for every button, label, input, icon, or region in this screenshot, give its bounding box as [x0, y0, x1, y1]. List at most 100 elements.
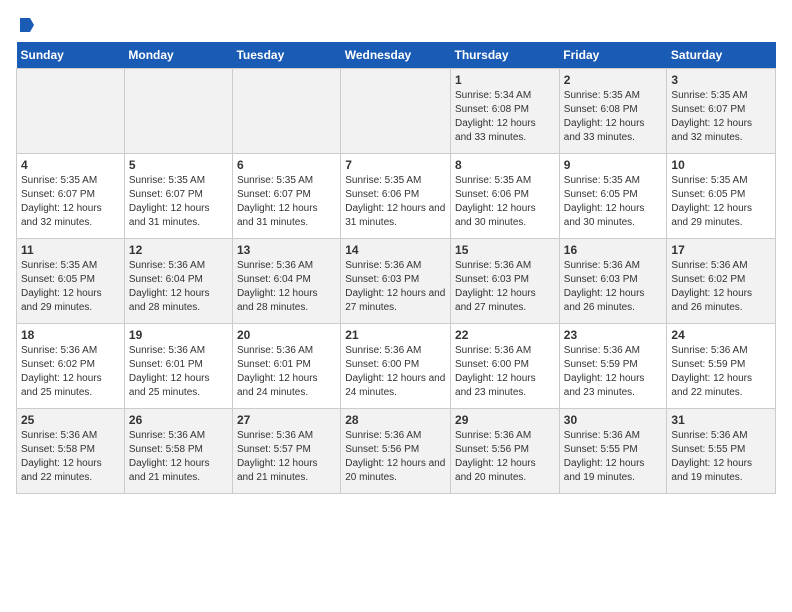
weekday-header-monday: Monday — [124, 42, 232, 69]
calendar-cell: 11 Sunrise: 5:35 AMSunset: 6:05 PMDayligh… — [17, 239, 125, 324]
day-info: Sunrise: 5:36 AMSunset: 5:58 PMDaylight:… — [129, 429, 228, 485]
logo — [16, 16, 36, 34]
day-number: 20 — [237, 328, 336, 342]
day-info: Sunrise: 5:36 AMSunset: 5:56 PMDaylight:… — [345, 429, 446, 485]
day-number: 17 — [671, 243, 771, 257]
logo-arrow-icon — [18, 16, 36, 34]
day-number: 11 — [21, 243, 120, 257]
day-number: 28 — [345, 413, 446, 427]
weekday-header-friday: Friday — [559, 42, 667, 69]
calendar-week-5: 25Sunrise: 5:36 AMSunset: 5:58 PMDayligh… — [17, 409, 776, 494]
day-info: Sunrise: 5:36 AMSunset: 6:04 PMDaylight:… — [237, 259, 336, 315]
day-info: Sunrise: 5:36 AMSunset: 6:02 PMDaylight:… — [671, 259, 771, 315]
day-info: Sunrise: 5:36 AMSunset: 5:55 PMDaylight:… — [564, 429, 663, 485]
calendar-cell: 10 Sunrise: 5:35 AMSunset: 6:05 PMDayligh… — [667, 154, 776, 239]
calendar-cell: 20Sunrise: 5:36 AMSunset: 6:01 PMDayligh… — [232, 324, 340, 409]
day-info: Sunrise: 5:35 AMSunset: 6:05 PMDaylight:… — [21, 259, 120, 315]
weekday-header-sunday: Sunday — [17, 42, 125, 69]
day-number: 5 — [129, 158, 228, 172]
day-info: Sunrise: 5:36 AMSunset: 5:56 PMDaylight:… — [455, 429, 555, 485]
day-number: 8 — [455, 158, 555, 172]
day-number: 12 — [129, 243, 228, 257]
calendar-cell: 15 Sunrise: 5:36 AMSunset: 6:03 PMDayligh… — [451, 239, 560, 324]
day-number: 19 — [129, 328, 228, 342]
calendar-cell: 14 Sunrise: 5:36 AMSunset: 6:03 PMDayligh… — [341, 239, 451, 324]
day-number: 29 — [455, 413, 555, 427]
calendar-table: SundayMondayTuesdayWednesdayThursdayFrid… — [16, 42, 776, 494]
calendar-cell: 8 Sunrise: 5:35 AMSunset: 6:06 PMDaylight… — [451, 154, 560, 239]
day-info: Sunrise: 5:35 AMSunset: 6:06 PMDaylight:… — [345, 174, 446, 230]
day-info: Sunrise: 5:35 AMSunset: 6:08 PMDaylight:… — [564, 89, 663, 145]
day-info: Sunrise: 5:35 AMSunset: 6:05 PMDaylight:… — [564, 174, 663, 230]
calendar-cell: 28 Sunrise: 5:36 AMSunset: 5:56 PMDayligh… — [341, 409, 451, 494]
day-number: 26 — [129, 413, 228, 427]
calendar-cell: 26 Sunrise: 5:36 AMSunset: 5:58 PMDayligh… — [124, 409, 232, 494]
calendar-cell: 3 Sunrise: 5:35 AMSunset: 6:07 PMDaylight… — [667, 69, 776, 154]
day-info: Sunrise: 5:35 AMSunset: 6:05 PMDaylight:… — [671, 174, 771, 230]
day-number: 23 — [564, 328, 663, 342]
calendar-cell: 13 Sunrise: 5:36 AMSunset: 6:04 PMDayligh… — [232, 239, 340, 324]
day-number: 31 — [671, 413, 771, 427]
day-info: Sunrise: 5:35 AMSunset: 6:07 PMDaylight:… — [129, 174, 228, 230]
day-number: 4 — [21, 158, 120, 172]
calendar-cell: 19 Sunrise: 5:36 AMSunset: 6:01 PMDayligh… — [124, 324, 232, 409]
day-number: 6 — [237, 158, 336, 172]
day-info: Sunrise: 5:36 AMSunset: 6:00 PMDaylight:… — [345, 344, 446, 400]
day-number: 14 — [345, 243, 446, 257]
day-info: Sunrise: 5:36 AMSunset: 5:57 PMDaylight:… — [237, 429, 336, 485]
day-number: 7 — [345, 158, 446, 172]
calendar-cell: 16Sunrise: 5:36 AMSunset: 6:03 PMDayligh… — [559, 239, 667, 324]
calendar-cell: 4 Sunrise: 5:35 AMSunset: 6:07 PMDaylight… — [17, 154, 125, 239]
day-number: 24 — [671, 328, 771, 342]
day-number: 15 — [455, 243, 555, 257]
weekday-header-tuesday: Tuesday — [232, 42, 340, 69]
day-info: Sunrise: 5:36 AMSunset: 5:59 PMDaylight:… — [671, 344, 771, 400]
calendar-cell: 5 Sunrise: 5:35 AMSunset: 6:07 PMDaylight… — [124, 154, 232, 239]
day-info: Sunrise: 5:36 AMSunset: 6:00 PMDaylight:… — [455, 344, 555, 400]
day-number: 22 — [455, 328, 555, 342]
day-info: Sunrise: 5:36 AMSunset: 6:04 PMDaylight:… — [129, 259, 228, 315]
calendar-cell: 1Sunrise: 5:34 AMSunset: 6:08 PMDaylight… — [451, 69, 560, 154]
day-number: 1 — [455, 73, 555, 87]
day-info: Sunrise: 5:36 AMSunset: 6:01 PMDaylight:… — [129, 344, 228, 400]
day-info: Sunrise: 5:35 AMSunset: 6:06 PMDaylight:… — [455, 174, 555, 230]
day-number: 21 — [345, 328, 446, 342]
calendar-cell: 22 Sunrise: 5:36 AMSunset: 6:00 PMDayligh… — [451, 324, 560, 409]
calendar-week-1: 1Sunrise: 5:34 AMSunset: 6:08 PMDaylight… — [17, 69, 776, 154]
calendar-cell — [124, 69, 232, 154]
day-number: 9 — [564, 158, 663, 172]
weekday-header-saturday: Saturday — [667, 42, 776, 69]
calendar-week-3: 11 Sunrise: 5:35 AMSunset: 6:05 PMDayligh… — [17, 239, 776, 324]
day-number: 3 — [671, 73, 771, 87]
day-info: Sunrise: 5:36 AMSunset: 6:02 PMDaylight:… — [21, 344, 120, 400]
page-header — [16, 16, 776, 34]
day-info: Sunrise: 5:36 AMSunset: 6:03 PMDaylight:… — [455, 259, 555, 315]
calendar-cell: 30Sunrise: 5:36 AMSunset: 5:55 PMDayligh… — [559, 409, 667, 494]
day-number: 16 — [564, 243, 663, 257]
day-number: 13 — [237, 243, 336, 257]
day-info: Sunrise: 5:35 AMSunset: 6:07 PMDaylight:… — [671, 89, 771, 145]
weekday-header-thursday: Thursday — [451, 42, 560, 69]
day-info: Sunrise: 5:35 AMSunset: 6:07 PMDaylight:… — [21, 174, 120, 230]
calendar-cell: 31Sunrise: 5:36 AMSunset: 5:55 PMDayligh… — [667, 409, 776, 494]
weekday-header-row: SundayMondayTuesdayWednesdayThursdayFrid… — [17, 42, 776, 69]
day-number: 18 — [21, 328, 120, 342]
calendar-cell — [232, 69, 340, 154]
calendar-cell: 18 Sunrise: 5:36 AMSunset: 6:02 PMDayligh… — [17, 324, 125, 409]
calendar-cell: 17 Sunrise: 5:36 AMSunset: 6:02 PMDayligh… — [667, 239, 776, 324]
day-info: Sunrise: 5:36 AMSunset: 6:03 PMDaylight:… — [345, 259, 446, 315]
day-number: 10 — [671, 158, 771, 172]
calendar-cell: 2Sunrise: 5:35 AMSunset: 6:08 PMDaylight… — [559, 69, 667, 154]
day-info: Sunrise: 5:36 AMSunset: 5:59 PMDaylight:… — [564, 344, 663, 400]
calendar-cell: 24 Sunrise: 5:36 AMSunset: 5:59 PMDayligh… — [667, 324, 776, 409]
calendar-week-2: 4 Sunrise: 5:35 AMSunset: 6:07 PMDaylight… — [17, 154, 776, 239]
day-info: Sunrise: 5:35 AMSunset: 6:07 PMDaylight:… — [237, 174, 336, 230]
day-number: 27 — [237, 413, 336, 427]
calendar-cell: 25Sunrise: 5:36 AMSunset: 5:58 PMDayligh… — [17, 409, 125, 494]
calendar-week-4: 18 Sunrise: 5:36 AMSunset: 6:02 PMDayligh… — [17, 324, 776, 409]
calendar-cell — [17, 69, 125, 154]
calendar-cell: 23 Sunrise: 5:36 AMSunset: 5:59 PMDayligh… — [559, 324, 667, 409]
day-info: Sunrise: 5:36 AMSunset: 5:58 PMDaylight:… — [21, 429, 120, 485]
calendar-cell: 27 Sunrise: 5:36 AMSunset: 5:57 PMDayligh… — [232, 409, 340, 494]
calendar-cell — [341, 69, 451, 154]
